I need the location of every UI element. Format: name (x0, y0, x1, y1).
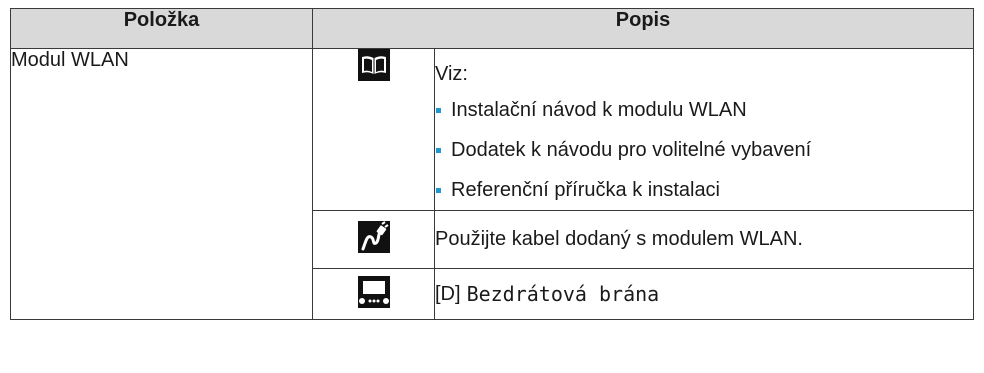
icon-cell (312, 268, 435, 320)
list-item: Instalační návod k modulu WLAN (435, 90, 973, 130)
gateway-label: Bezdrátová brána (466, 282, 660, 306)
manual-book-icon (357, 49, 390, 81)
header-description: Popis (311, 8, 975, 49)
list-item: Referenční příručka k instalaci (435, 170, 973, 210)
spec-table: Položka Popis Modul WLAN Viz: Instalační… (10, 8, 975, 320)
list-item-text: Referenční příručka k instalaci (451, 179, 721, 201)
bullet-marker (436, 187, 441, 193)
gateway-code: [D] (435, 282, 461, 305)
cable-description: Použijte kabel dodaný s modulem WLAN. (433, 210, 975, 269)
header-item: Položka (10, 8, 313, 49)
cable-plug-icon (357, 221, 390, 253)
icon-cell (312, 48, 435, 211)
reference-description: Viz: Instalační návod k modulu WLAN Doda… (433, 48, 975, 211)
gateway-device-icon (357, 275, 390, 308)
icon-cell (312, 210, 435, 269)
list-item-text: Dodatek k návodu pro volitelné vybavení (451, 139, 812, 161)
reference-intro: Viz: (435, 63, 468, 85)
header-row: Položka Popis (10, 8, 975, 49)
bullet-marker (436, 107, 441, 113)
bullet-marker (436, 147, 441, 153)
cable-text: Použijte kabel dodaný s modulem WLAN. (435, 228, 803, 250)
list-item-text: Instalační návod k modulu WLAN (451, 99, 747, 121)
list-item: Dodatek k návodu pro volitelné vybavení (435, 130, 973, 170)
gateway-description: [D] Bezdrátová brána (433, 268, 975, 320)
reference-list: Instalační návod k modulu WLAN Dodatek k… (435, 90, 973, 210)
item-name: Modul WLAN (10, 48, 313, 320)
table-row: Modul WLAN Viz: Instalační návod k modul… (10, 48, 975, 320)
